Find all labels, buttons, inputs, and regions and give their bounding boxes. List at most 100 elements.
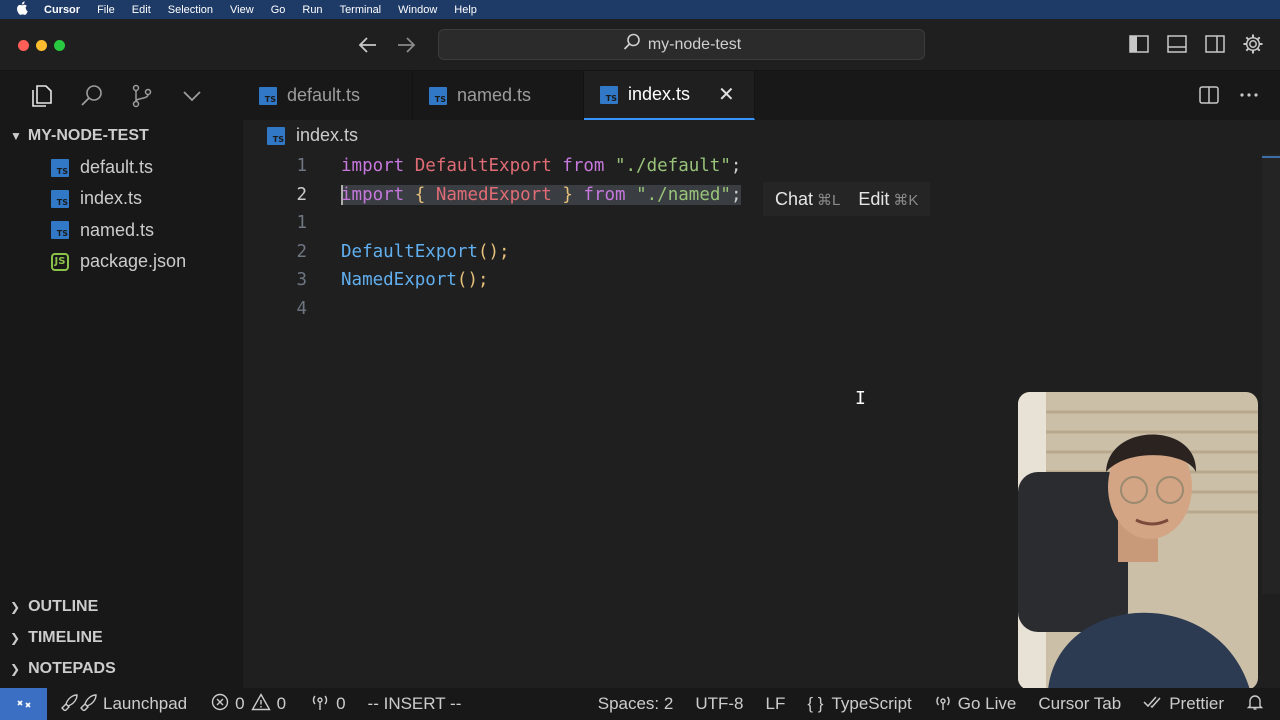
menu-view[interactable]: View [230, 4, 254, 16]
layout-controls [1128, 33, 1264, 60]
tab-label: named.ts [457, 85, 532, 105]
close-tab-icon[interactable]: ✕ [718, 82, 735, 107]
tab-label: index.ts [628, 84, 691, 104]
menu-selection[interactable]: Selection [168, 4, 213, 16]
menu-go[interactable]: Go [271, 4, 286, 16]
line-number: 1 [296, 213, 307, 234]
editor-actions [1198, 84, 1260, 111]
ports-indicator[interactable]: 0 [310, 693, 346, 716]
status-bar-right: Spaces: 2 UTF-8 LF { } TypeScript Go Liv… [598, 688, 1264, 720]
zoom-window-button[interactable] [54, 40, 65, 51]
cursor-tab-button[interactable]: Cursor Tab [1038, 694, 1121, 714]
chat-hint-button[interactable]: Chat ⌘L [775, 189, 840, 210]
menu-app-name[interactable]: Cursor [44, 4, 80, 16]
command-center-search[interactable]: my-node-test [438, 29, 925, 60]
line-number: 4 [296, 298, 307, 319]
menu-terminal[interactable]: Terminal [340, 4, 382, 16]
window-controls [18, 40, 65, 51]
code-line-current: 2 import { NamedExport } from "./named"; [243, 181, 742, 210]
section-timeline[interactable]: ❯ TIMELINE [0, 622, 243, 653]
breadcrumb[interactable]: TS index.ts [267, 125, 358, 146]
notifications-bell-icon[interactable] [1246, 693, 1264, 716]
broadcast-icon [310, 693, 330, 716]
file-item-default-ts[interactable]: TS default.ts [0, 152, 243, 183]
explorer-sidebar: ▼ MY-NODE-TEST TS default.ts TS index.ts… [0, 120, 243, 688]
language-label: TypeScript [831, 694, 912, 713]
broadcast-icon [934, 693, 952, 716]
error-count: 0 [235, 694, 245, 713]
source-control-icon[interactable] [117, 71, 167, 120]
line-number: 2 [296, 184, 307, 205]
menu-file[interactable]: File [97, 4, 115, 16]
end-of-line-button[interactable]: LF [766, 694, 786, 714]
chevron-right-icon: ❯ [10, 661, 21, 676]
code-line: 2 DefaultExport(); [243, 238, 509, 267]
prettier-button[interactable]: Prettier [1143, 694, 1224, 715]
braces-icon: { } [807, 694, 824, 713]
file-name: index.ts [80, 188, 143, 209]
section-label: OUTLINE [28, 597, 99, 615]
line-number: 1 [296, 156, 307, 177]
menu-run[interactable]: Run [302, 4, 322, 16]
forward-arrow-icon[interactable] [394, 33, 418, 62]
nodejs-file-icon: JS [51, 252, 69, 271]
menu-help[interactable]: Help [454, 4, 477, 16]
typescript-file-icon: TS [259, 86, 277, 105]
explorer-icon[interactable] [17, 71, 67, 120]
tab-named-ts[interactable]: TS named.ts [413, 71, 584, 120]
toggle-panel-icon[interactable] [1166, 33, 1188, 60]
back-arrow-icon[interactable] [356, 33, 380, 62]
section-label: TIMELINE [28, 628, 103, 646]
problems-indicator[interactable]: 0 0 [211, 692, 286, 716]
section-outline[interactable]: ❯ OUTLINE [0, 591, 243, 622]
indentation-button[interactable]: Spaces: 2 [598, 694, 674, 714]
go-live-button[interactable]: Go Live [934, 693, 1017, 716]
file-item-named-ts[interactable]: TS named.ts [0, 215, 243, 246]
selected-line-content: import { NamedExport } from "./named"; [341, 184, 742, 205]
line-content: DefaultExport(); [341, 241, 510, 262]
edit-hint-button[interactable]: Edit ⌘K [858, 189, 918, 210]
vertical-scrollbar[interactable] [1262, 154, 1280, 594]
line-content: NamedExport(); [341, 270, 489, 291]
encoding-button[interactable]: UTF-8 [695, 694, 743, 714]
code-lines: 1 import DefaultExport from "./default";… [243, 152, 742, 323]
file-name: named.ts [80, 219, 155, 240]
chevron-right-icon: ❯ [10, 599, 21, 614]
settings-gear-icon[interactable] [1242, 33, 1264, 60]
mouse-ibeam-cursor-icon: I [855, 388, 866, 409]
editor-tabs: TS default.ts TS named.ts TS index.ts ✕ [243, 71, 755, 120]
macos-menu-bar: Cursor File Edit Selection View Go Run T… [0, 0, 1280, 19]
menu-window[interactable]: Window [398, 4, 437, 16]
close-window-button[interactable] [18, 40, 29, 51]
tab-label: default.ts [287, 85, 361, 105]
error-icon [211, 693, 229, 716]
more-actions-icon[interactable] [1238, 84, 1260, 111]
warning-icon [250, 692, 271, 716]
code-line: 1 [243, 209, 307, 238]
inline-ai-hint: Chat ⌘L Edit ⌘K [763, 182, 931, 216]
minimize-window-button[interactable] [36, 40, 47, 51]
remote-indicator-icon[interactable] [0, 688, 47, 720]
apple-icon[interactable] [0, 1, 44, 18]
search-icon [622, 32, 642, 57]
go-live-label: Go Live [957, 694, 1017, 713]
typescript-file-icon: TS [51, 189, 69, 208]
split-editor-icon[interactable] [1198, 84, 1220, 111]
language-mode-button[interactable]: { } TypeScript [807, 694, 911, 714]
activity-bar [0, 71, 243, 120]
tab-default-ts[interactable]: TS default.ts [243, 71, 413, 120]
file-item-package-json[interactable]: JS package.json [0, 246, 243, 277]
chevron-down-icon[interactable] [167, 71, 217, 120]
file-item-index-ts[interactable]: TS index.ts [0, 183, 243, 214]
typescript-file-icon: TS [51, 221, 69, 240]
section-notepads[interactable]: ❯ NOTEPADS [0, 653, 243, 684]
search-view-icon[interactable] [67, 71, 117, 120]
tab-index-ts[interactable]: TS index.ts ✕ [584, 71, 755, 120]
explorer-root-folder[interactable]: ▼ MY-NODE-TEST [0, 120, 243, 152]
launchpad-button[interactable]: Launchpad [59, 693, 187, 716]
typescript-file-icon: TS [429, 86, 447, 105]
menu-edit[interactable]: Edit [132, 4, 151, 16]
toggle-primary-sidebar-icon[interactable] [1128, 33, 1150, 60]
toggle-secondary-sidebar-icon[interactable] [1204, 33, 1226, 60]
history-navigation [356, 33, 418, 62]
